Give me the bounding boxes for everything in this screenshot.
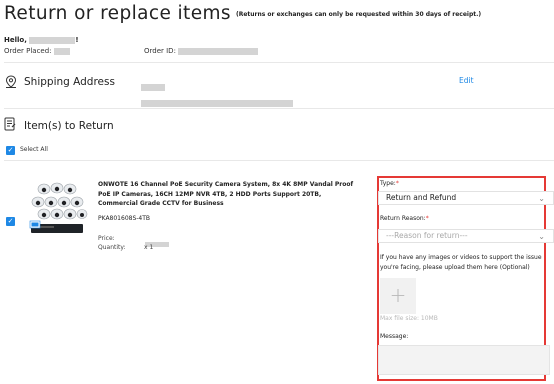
upload-area[interactable]: + — [380, 278, 416, 314]
redacted-username — [29, 36, 76, 44]
quantity-label: Quantity: — [98, 244, 126, 251]
redacted-address-line — [141, 93, 293, 112]
greeting-suffix: ! — [75, 36, 79, 44]
document-edit-icon — [4, 116, 16, 131]
return-reason-label-text: Return Reason: — [380, 215, 426, 222]
page-title: Return or replace items (Returns or excha… — [4, 3, 481, 24]
shipping-address-title: Shipping Address — [24, 76, 115, 88]
edit-address-link[interactable]: Edit — [459, 76, 474, 85]
greeting-text: Hello, — [4, 36, 27, 44]
order-id-group: Order ID: — [144, 47, 259, 55]
message-textarea[interactable] — [378, 345, 550, 375]
chevron-down-icon: ⌄ — [538, 194, 545, 203]
order-id-label: Order ID: — [144, 47, 176, 55]
return-reason-label: Return Reason:* — [380, 215, 429, 222]
return-reason-placeholder: ---Reason for return--- — [386, 231, 468, 240]
location-pin-icon — [5, 74, 17, 88]
max-file-size-note: Max file size: 10MB — [380, 315, 438, 322]
redacted-order-id — [178, 47, 259, 55]
select-all-checkbox[interactable]: ✓ — [6, 146, 15, 155]
return-window-note: (Returns or exchanges can only be reques… — [235, 10, 482, 18]
type-label-text: Type: — [380, 180, 396, 187]
product-checkbox[interactable]: ✓ — [6, 217, 15, 226]
type-label: Type:* — [380, 180, 399, 187]
upload-instructions: If you have any images or videos to supp… — [380, 254, 542, 271]
plus-icon: + — [389, 283, 407, 307]
divider — [4, 108, 554, 109]
quantity-value: x 1 — [144, 244, 154, 251]
page-title-text: Return or replace items — [4, 3, 231, 24]
items-to-return-title: Item(s) to Return — [24, 120, 114, 132]
required-marker: * — [395, 180, 399, 187]
type-select[interactable]: Return and Refund ⌄ — [378, 191, 554, 205]
message-label: Message: — [380, 333, 409, 340]
divider — [4, 160, 554, 161]
type-select-value: Return and Refund — [386, 193, 457, 202]
return-reason-select[interactable]: ---Reason for return--- ⌄ — [378, 229, 554, 243]
price-label: Price: — [98, 235, 115, 242]
divider — [4, 62, 554, 63]
required-marker: * — [425, 215, 429, 222]
chevron-down-icon: ⌄ — [538, 232, 545, 241]
product-sku: PKA801608S-4TB — [98, 215, 151, 222]
order-info-row: Order Placed: Order ID: — [4, 47, 304, 55]
greeting: Hello, ! — [4, 36, 79, 44]
select-all-label[interactable]: Select All — [20, 146, 48, 153]
product-image[interactable] — [28, 180, 90, 238]
redacted-order-date — [53, 47, 70, 55]
product-title[interactable]: ONWOTE 16 Channel PoE Security Camera Sy… — [98, 180, 356, 209]
order-placed-label: Order Placed: — [4, 47, 52, 55]
